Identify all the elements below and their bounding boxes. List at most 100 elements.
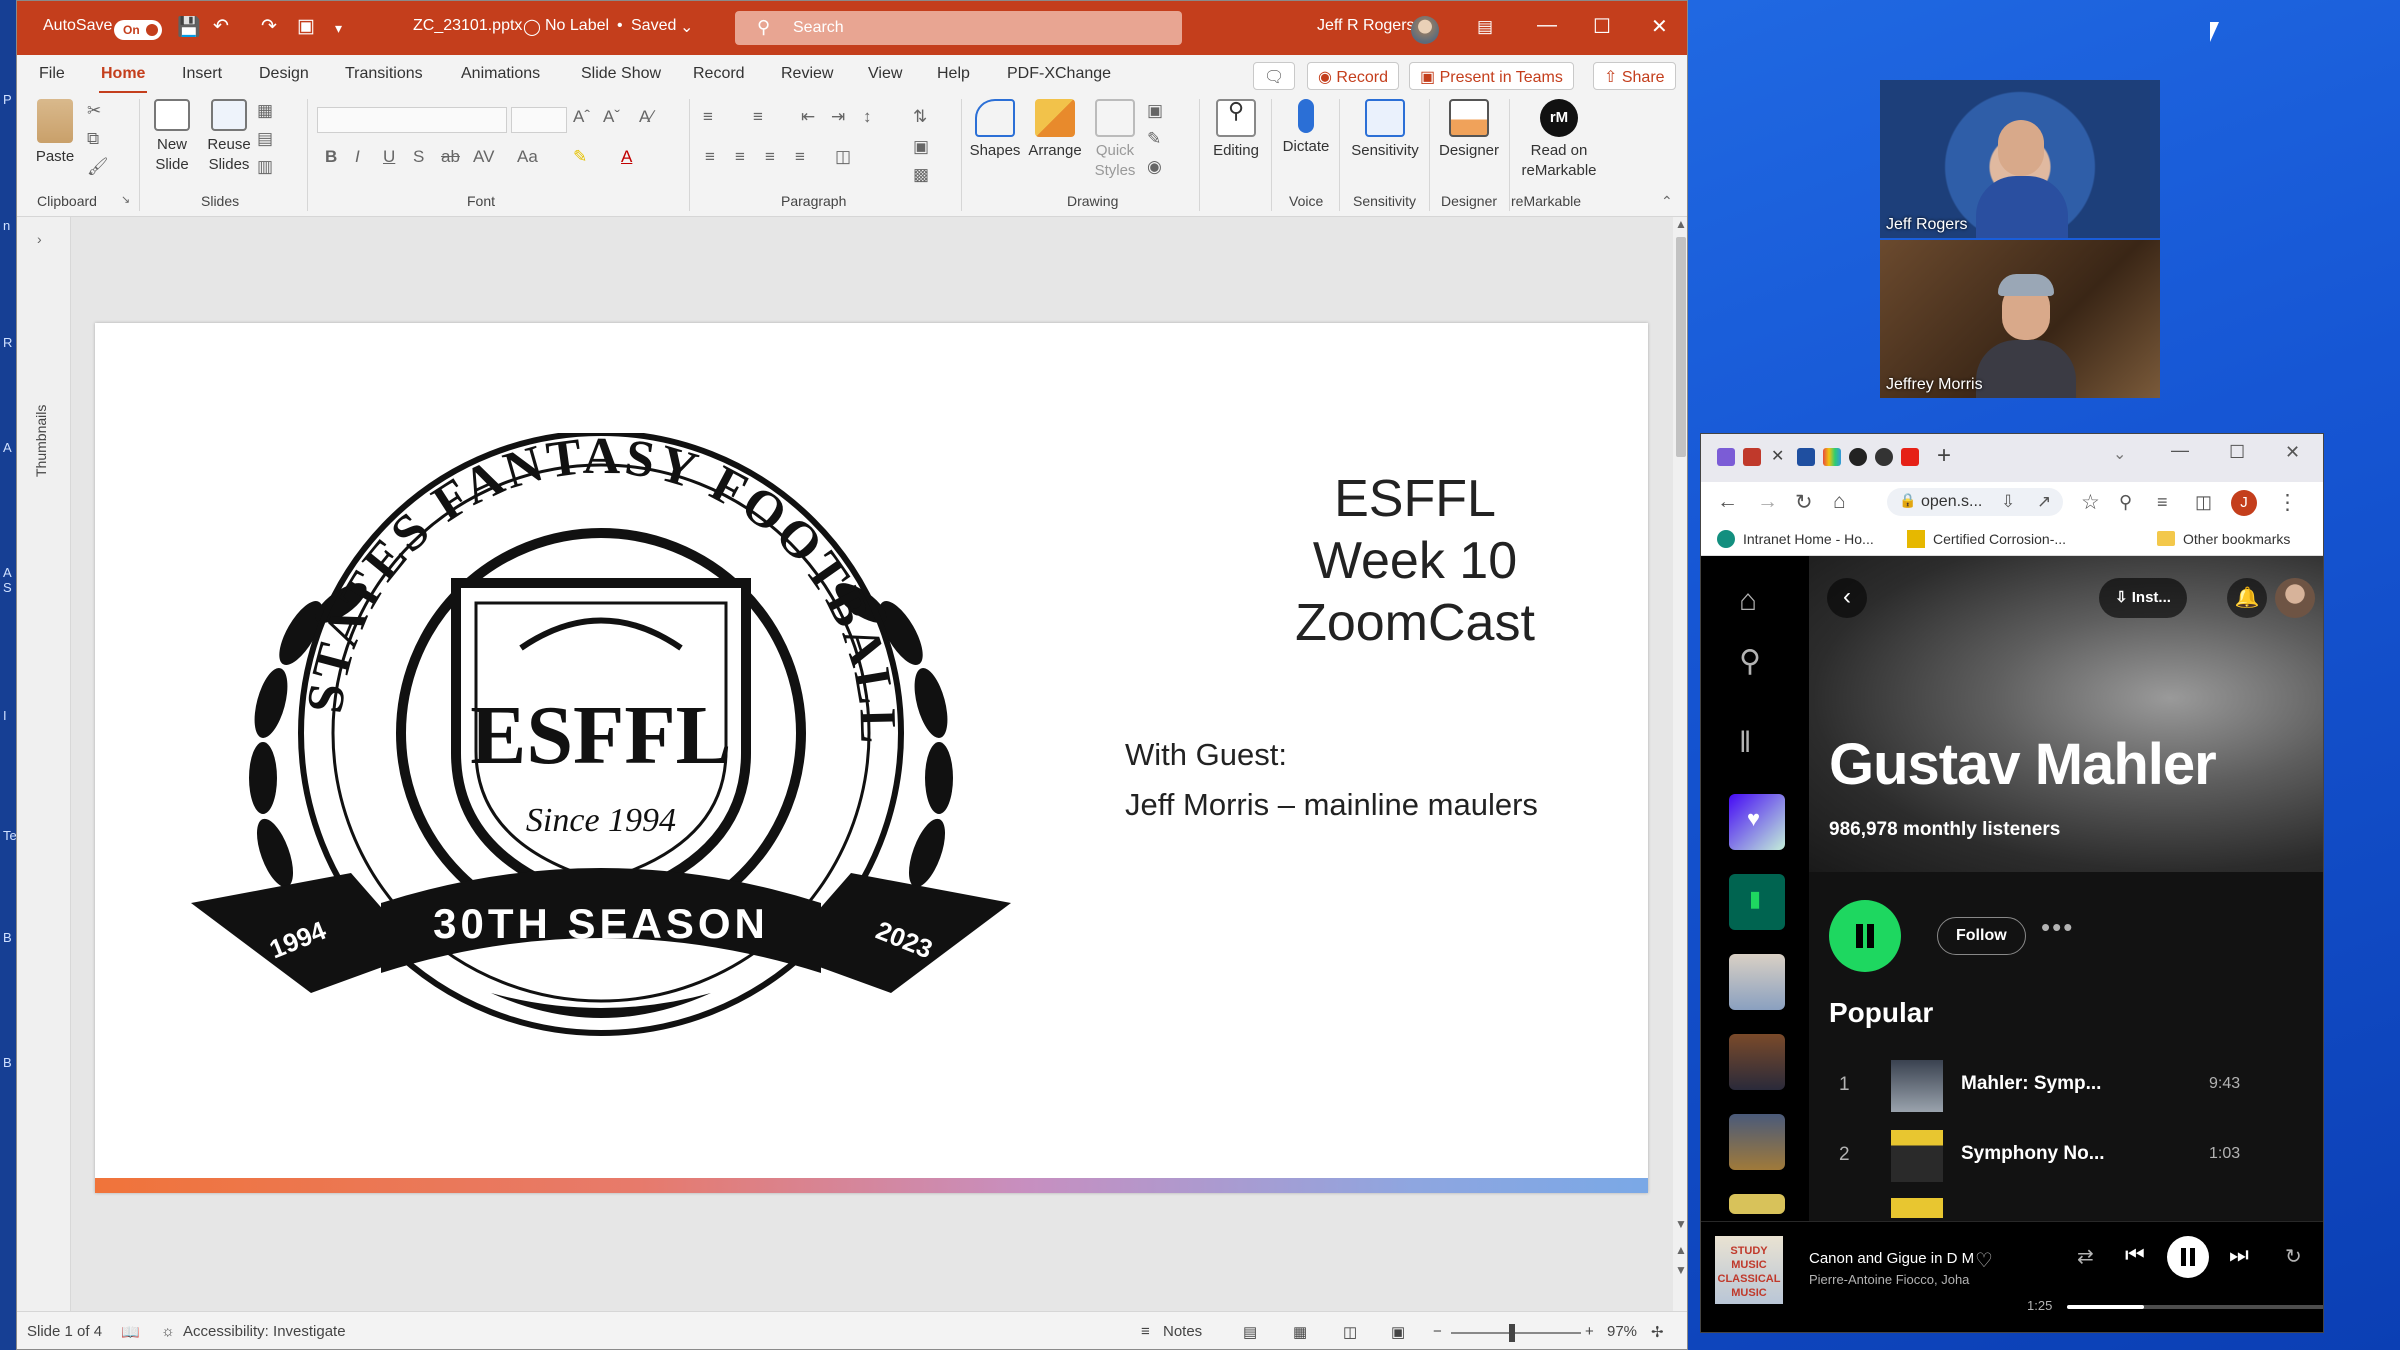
increase-indent-icon[interactable]: ⇥ <box>831 107 845 127</box>
zoom-slider-thumb[interactable] <box>1509 1324 1515 1342</box>
zoom-in-icon[interactable]: + <box>1585 1323 1594 1340</box>
profile-avatar[interactable]: J <box>2231 490 2257 516</box>
news-tab-icon[interactable] <box>1743 448 1761 466</box>
read-on-remarkable-button[interactable]: rM Read on reMarkable <box>1515 99 1603 181</box>
underline-button[interactable]: U <box>383 147 395 167</box>
record-button[interactable]: ◉ Record <box>1307 62 1399 90</box>
youtube-tab-icon[interactable] <box>1901 448 1919 466</box>
minimize-icon[interactable]: — <box>1537 14 1557 37</box>
fit-to-window-icon[interactable]: ✢ <box>1651 1323 1664 1341</box>
redo-icon[interactable]: ↷ <box>261 15 277 38</box>
decrease-indent-icon[interactable]: ⇤ <box>801 107 815 127</box>
notes-button[interactable]: Notes <box>1163 1323 1202 1340</box>
new-tab-icon[interactable]: + <box>1937 442 1951 470</box>
more-options-icon[interactable]: ••• <box>2041 912 2074 943</box>
clear-format-icon[interactable]: A∕ <box>639 107 653 127</box>
chevron-right-icon[interactable]: › <box>37 231 42 247</box>
tab-record[interactable]: Record <box>693 65 745 83</box>
slide-sorter-icon[interactable]: ▦ <box>1293 1323 1307 1341</box>
now-playing-title[interactable]: Canon and Gigue in D M <box>1809 1250 1989 1267</box>
comments-icon[interactable]: 🗨 <box>1253 62 1296 90</box>
tab-home[interactable]: Home <box>98 65 148 94</box>
playlist-tile[interactable] <box>1729 954 1785 1010</box>
maximize-icon[interactable]: ☐ <box>1593 14 1611 39</box>
track-row[interactable]: 1 Mahler: Symp... 9:43 <box>1809 1058 2323 1114</box>
tab-animations[interactable]: Animations <box>461 65 540 83</box>
close-icon[interactable]: ✕ <box>2285 442 2300 463</box>
change-case-button[interactable]: Aa <box>517 147 538 167</box>
liked-songs-tile[interactable]: ♥ <box>1729 794 1785 850</box>
notes-icon[interactable]: ≡ <box>1141 1323 1150 1340</box>
video-tile-jeffrey-morris[interactable]: Jeffrey Morris <box>1880 240 2160 398</box>
tab-transitions[interactable]: Transitions <box>345 65 423 83</box>
side-panel-icon[interactable]: ◫ <box>2195 492 2212 513</box>
font-family-select[interactable] <box>317 107 507 133</box>
playlist-tile[interactable] <box>1729 1114 1785 1170</box>
document-filename[interactable]: ZC_23101.pptx <box>413 17 522 35</box>
bookmark-star-icon[interactable]: ☆ <box>2081 490 2100 515</box>
tab-slide-show[interactable]: Slide Show <box>581 65 661 83</box>
chevron-down-icon[interactable]: ⌄ <box>680 17 693 37</box>
bold-button[interactable]: B <box>325 147 337 167</box>
tab-file[interactable]: File <box>39 65 65 83</box>
bookmark-certified[interactable]: Certified Corrosion-... <box>1933 531 2066 547</box>
previous-slide-icon[interactable]: ▲ <box>1675 1243 1687 1257</box>
editing-button[interactable]: ⚲ Editing <box>1207 99 1265 161</box>
tab-view[interactable]: View <box>868 65 902 83</box>
site-tab-icon[interactable] <box>1797 448 1815 466</box>
search-box[interactable]: ⚲ Search <box>735 11 1182 45</box>
zoom-out-icon[interactable]: − <box>1433 1323 1442 1340</box>
text-direction-icon[interactable]: ⇅ <box>913 107 927 127</box>
back-icon[interactable]: ‹ <box>1827 578 1867 618</box>
decrease-font-icon[interactable]: Aˇ <box>603 107 620 127</box>
reuse-slides-button[interactable]: Reuse Slides <box>201 99 257 175</box>
like-heart-icon[interactable]: ♡ <box>1975 1248 1993 1273</box>
repeat-icon[interactable]: ↻ <box>2285 1244 2302 1269</box>
vertical-scrollbar[interactable]: ▲ ▼ ▲ ▼ <box>1673 217 1687 1311</box>
align-center-icon[interactable]: ≡ <box>735 147 745 167</box>
accessibility-status[interactable]: Accessibility: Investigate <box>183 1323 346 1340</box>
forward-icon[interactable]: → <box>1757 490 1778 514</box>
menu-kebab-icon[interactable]: ⋮ <box>2277 490 2298 515</box>
dialog-launcher-icon[interactable]: ↘ <box>121 193 130 206</box>
home-icon[interactable]: ⌂ <box>1833 490 1846 514</box>
maximize-icon[interactable]: ☐ <box>2229 442 2245 463</box>
line-spacing-icon[interactable]: ↕ <box>863 107 872 127</box>
cut-icon[interactable]: ✂ <box>87 101 101 121</box>
playlist-tile[interactable] <box>1729 1194 1785 1214</box>
shape-outline-icon[interactable]: ✎ <box>1147 129 1161 149</box>
extensions-icon[interactable]: ⚲ <box>2119 492 2132 513</box>
zoom-level[interactable]: 97% <box>1607 1323 1637 1340</box>
now-playing-cover[interactable]: STUDY MUSIC CLASSICAL MUSIC <box>1715 1236 1783 1304</box>
normal-view-icon[interactable]: ▤ <box>1243 1323 1257 1341</box>
align-text-icon[interactable]: ▣ <box>913 137 929 157</box>
smartart-icon[interactable]: ▩ <box>913 165 929 185</box>
copy-icon[interactable]: ⧉ <box>87 129 99 149</box>
tab-design[interactable]: Design <box>259 65 309 83</box>
arrange-button[interactable]: Arrange <box>1025 99 1085 161</box>
minimize-icon[interactable]: — <box>2171 440 2189 461</box>
zoom-slider[interactable] <box>1451 1332 1581 1334</box>
playlist-tile[interactable] <box>1729 1034 1785 1090</box>
bookmark-other[interactable]: Other bookmarks <box>2183 531 2290 547</box>
font-size-select[interactable] <box>511 107 567 133</box>
scroll-up-icon[interactable]: ▲ <box>1675 217 1687 231</box>
install-app-button[interactable]: ⇩ Inst... <box>2099 578 2187 618</box>
slideshow-view-icon[interactable]: ▣ <box>1391 1323 1405 1341</box>
install-app-icon[interactable]: ⇩ <box>2001 492 2015 512</box>
dictate-button[interactable]: Dictate <box>1277 99 1335 157</box>
tab-review[interactable]: Review <box>781 65 833 83</box>
home-icon[interactable]: ⌂ <box>1739 584 1757 618</box>
thumbnails-pane[interactable]: › Thumbnails <box>17 217 71 1311</box>
reading-view-icon[interactable]: ◫ <box>1343 1323 1357 1341</box>
library-icon[interactable]: ‖ <box>1739 726 1751 760</box>
bookmark-intranet[interactable]: Intranet Home - Ho... <box>1743 531 1874 547</box>
share-page-icon[interactable]: ↗ <box>2037 492 2051 512</box>
search-icon[interactable]: ⚲ <box>1739 644 1761 679</box>
your-episodes-tile[interactable]: ▮ <box>1729 874 1785 930</box>
tab-help[interactable]: Help <box>937 65 970 83</box>
undo-icon[interactable]: ↶ <box>213 15 229 38</box>
reload-icon[interactable]: ↻ <box>1795 490 1813 515</box>
highlight-icon[interactable]: ✎ <box>573 147 587 167</box>
track-row[interactable]: 2 Symphony No... 1:03 <box>1809 1128 2323 1184</box>
